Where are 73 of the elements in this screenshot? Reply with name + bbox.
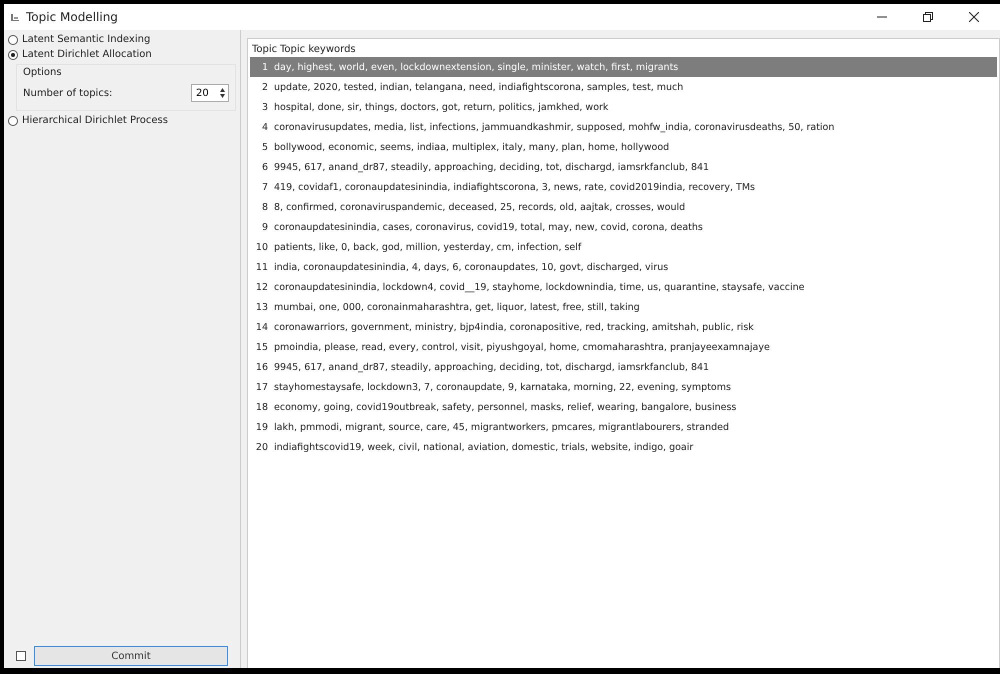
auto-commit-checkbox[interactable] <box>16 651 26 661</box>
topic-keywords: lakh, pmmodi, migrant, source, care, 45, migrantworkers, pmcares, migrantlabourers, stranded <box>274 422 729 432</box>
topic-keywords: stayhomestaysafe, lockdown3, 7, coronaupdate, 9, karnataka, morning, 22, evening, symptoms <box>274 382 731 392</box>
topic-number: 11 <box>254 262 269 272</box>
topic-number: 13 <box>254 302 269 312</box>
method-radio[interactable]: Latent Dirichlet Allocation <box>8 49 236 60</box>
commit-button[interactable]: Commit <box>34 646 228 666</box>
table-row[interactable]: 18 economy, going, covid19outbreak, safety, personnel, masks, relief, wearing, bangalore, business <box>250 397 997 417</box>
table-row[interactable]: 2 update, 2020, tested, indian, telangana, need, indiafightscorona, samples, test, much <box>250 77 997 97</box>
table-row[interactable]: 10 patients, like, 0, back, god, million, yesterday, cm, infection, self <box>250 237 997 257</box>
table-row[interactable]: 17 stayhomestaysafe, lockdown3, 7, coronaupdate, 9, karnataka, morning, 22, evening, symptoms <box>250 377 997 397</box>
topic-number: 18 <box>254 402 269 412</box>
topic-number: 9 <box>260 222 269 232</box>
topic-number: 17 <box>254 382 269 392</box>
table-row[interactable]: 16 9945, 617, anand_dr87, steadily, approaching, deciding, tot, dischargd, iamsrkfanclub, 841 <box>250 357 997 377</box>
table-row[interactable]: 1 day, highest, world, even, lockdownextension, single, minister, watch, first, migrants <box>250 57 997 77</box>
topic-number: 12 <box>254 282 269 292</box>
table-row[interactable]: 19 lakh, pmmodi, migrant, source, care, 45, migrantworkers, pmcares, migrantlabourers, stranded <box>250 417 997 437</box>
topic-keywords: india, coronaupdatesinindia, 4, days, 6, coronaupdates, 10, govt, discharged, virus <box>274 262 668 272</box>
topic-number: 10 <box>254 242 269 252</box>
method-radio[interactable]: Hierarchical Dirichlet Process <box>8 115 236 126</box>
field-label: Number of topics: <box>23 88 112 98</box>
topic-number: 14 <box>254 322 269 332</box>
column-header: Topic keywords <box>280 44 356 54</box>
table-row[interactable]: 20 indiafightscovid19, week, civil, national, aviation, domestic, trials, website, indigo, goair <box>250 437 997 457</box>
topic-number: 6 <box>260 162 269 172</box>
table-row[interactable]: 3 hospital, done, sir, things, doctors, got, return, politics, jamkhed, work <box>250 97 997 117</box>
topic-keywords: 419, covidaf1, coronaupdatesinindia, indiafightscorona, 3, news, rate, covid2019india, recovery, TMs <box>274 182 755 192</box>
topic-keywords: pmoindia, please, read, every, control, visit, piyushgoyal, home, cmomaharashtra, pranjayeexamnajaye <box>274 342 770 352</box>
topic-keywords: mumbai, one, 000, coronainmaharashtra, get, liquor, latest, free, still, taking <box>274 302 640 312</box>
column-header: Topic <box>251 44 278 54</box>
topic-number: 5 <box>260 142 269 152</box>
app-icon <box>10 12 20 22</box>
topic-keywords: 9945, 617, anand_dr87, steadily, approaching, deciding, tot, dischargd, iamsrkfanclub, 841 <box>274 362 710 372</box>
table-row[interactable]: 7 419, covidaf1, coronaupdatesinindia, indiafightscorona, 3, news, rate, covid2019india, recovery, TMs <box>250 177 997 197</box>
topic-keywords: hospital, done, sir, things, doctors, got, return, politics, jamkhed, work <box>274 102 608 112</box>
topic-keywords: coronaupdatesinindia, lockdown4, covid__19, stayhome, lockdownindia, time, us, quarantine, staysafe, vaccine <box>274 282 805 292</box>
topic-number: 8 <box>260 202 269 212</box>
topic-keywords: coronaupdatesinindia, cases, coronavirus, covid19, total, may, new, covid, corona, deaths <box>274 222 703 232</box>
topic-keywords: patients, like, 0, back, god, million, yesterday, cm, infection, self <box>274 242 582 252</box>
topic-number: 1 <box>260 62 269 72</box>
topic-keywords: economy, going, covid19outbreak, safety, personnel, masks, relief, wearing, bangalore, business <box>274 402 736 412</box>
topic-number: 16 <box>254 362 269 372</box>
topic-number: 3 <box>260 102 269 112</box>
topic-keywords: 8, confirmed, coronaviruspandemic, deceased, 25, records, old, aajtak, crosses, would <box>274 202 686 212</box>
table-row[interactable]: 9 coronaupdatesinindia, cases, coronavirus, covid19, total, may, new, covid, corona, deaths <box>250 217 997 237</box>
topic-keywords: day, highest, world, even, lockdownextension, single, minister, watch, first, migrants <box>274 62 678 72</box>
topic-number: 20 <box>254 442 269 452</box>
topic-number: 15 <box>254 342 269 352</box>
table-row[interactable]: 6 9945, 617, anand_dr87, steadily, approaching, deciding, tot, dischargd, iamsrkfanclub, 841 <box>250 157 997 177</box>
topic-number: 7 <box>260 182 269 192</box>
topic-keywords: update, 2020, tested, indian, telangana, need, indiafightscorona, samples, test, much <box>274 82 684 92</box>
window-title: Topic Modelling <box>26 10 118 24</box>
topic-keywords: coronavirusupdates, media, list, infections, jammuandkashmir, supposed, mohfw_india, coronavirusdeaths, 50, ration <box>274 122 834 132</box>
topics-spinbox[interactable]: 20 <box>191 84 229 102</box>
topic-keywords: indiafightscovid19, week, civil, national, aviation, domestic, trials, website, indigo, goair <box>274 442 694 452</box>
table-row[interactable]: 12 coronaupdatesinindia, lockdown4, covid__19, stayhome, lockdownindia, time, us, quarantine, staysafe, vaccine <box>250 277 997 297</box>
method-radio[interactable]: Latent Semantic Indexing <box>8 34 236 45</box>
table-row[interactable]: 8 8, confirmed, coronaviruspandemic, deceased, 25, records, old, aajtak, crosses, would <box>250 197 997 217</box>
table-row[interactable]: 11 india, coronaupdatesinindia, 4, days, 6, coronaupdates, 10, govt, discharged, virus <box>250 257 997 277</box>
table-row[interactable]: 13 mumbai, one, 000, coronainmaharashtra, get, liquor, latest, free, still, taking <box>250 297 997 317</box>
topic-keywords: 9945, 617, anand_dr87, steadily, approaching, deciding, tot, dischargd, iamsrkfanclub, 841 <box>274 162 710 172</box>
spin-arrows-icon[interactable] <box>219 87 226 99</box>
topic-number: 19 <box>254 422 269 432</box>
topic-number: 2 <box>260 82 269 92</box>
table-row[interactable]: 15 pmoindia, please, read, every, control, visit, piyushgoyal, home, cmomaharashtra, pranjayeexamnajaye <box>250 337 997 357</box>
table-row[interactable]: 14 coronawarriors, government, ministry, bjp4india, coronapositive, red, tracking, amitshah, public, risk <box>250 317 997 337</box>
group-title: Options <box>23 67 63 78</box>
topic-number: 4 <box>260 122 269 132</box>
topic-keywords: bollywood, economic, seems, indiaa, multiplex, italy, many, plan, home, hollywood <box>274 142 670 152</box>
table-row[interactable]: 5 bollywood, economic, seems, indiaa, multiplex, italy, many, plan, home, hollywood <box>250 137 997 157</box>
topic-keywords: coronawarriors, government, ministry, bjp4india, coronapositive, red, tracking, amitshah, public, risk <box>274 322 754 332</box>
table-row[interactable]: 4 coronavirusupdates, media, list, infections, jammuandkashmir, supposed, mohfw_india, coronavirusdeaths, 50, ration <box>250 117 997 137</box>
